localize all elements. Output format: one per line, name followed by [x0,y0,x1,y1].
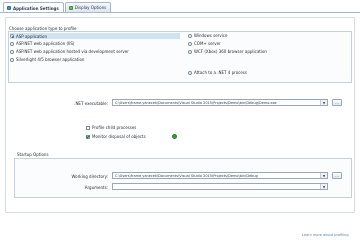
profile-child-processes-checkbox[interactable]: Profile child processes [86,125,136,130]
radio-button-icon [10,34,14,38]
radio-button-icon [10,57,14,62]
checkbox-icon [86,125,90,130]
chevron-down-icon[interactable]: ▼ [320,184,327,189]
monitor-disposal-checkbox[interactable]: Monitor disposal of objects [86,134,146,139]
working-dir-value: C:\Users\frame.yanecek\Documents\Visual … [115,173,258,178]
tab-label: Application Settings [13,5,59,11]
info-icon [172,134,177,139]
radio-label: Attach to a .NET 4 process [194,70,247,75]
radio-button-icon [188,41,192,46]
radio-label: COM+ server [194,41,221,46]
radio-button-icon [188,49,192,54]
radio-label: ASP.NET web application hosted via devel… [16,49,129,54]
radio-wcf-application[interactable]: WCF (Xbox) 360 browser application [188,49,267,54]
exe-path-value: C:\Users\frame.yanecek\Documents\Visual … [115,100,277,105]
chevron-down-icon[interactable]: ▼ [320,100,327,105]
radio-label: Windows service [194,33,228,38]
radio-button-icon [188,33,192,38]
radio-button-icon [188,70,192,75]
radio-asp-application[interactable]: ASP application [10,33,180,39]
display-icon [68,5,73,10]
working-dir-combo[interactable]: C:\Users\frame.yanecek\Documents\Visual … [112,172,328,179]
exe-path-combo[interactable]: C:\Users\frame.yanecek\Documents\Visual … [112,99,328,106]
learn-more-link[interactable]: Learn more about profiling [302,233,349,237]
chevron-down-icon[interactable]: ▼ [320,173,327,178]
working-dir-label: Working directory: [71,174,108,179]
radio-aspnet-iis[interactable]: ASP.NET web application (IIS) [10,41,74,46]
tab-divider [0,12,360,13]
arguments-combo[interactable]: ▼ [112,183,328,190]
tab-strip: Application Settings Display Options [3,2,112,13]
radio-label: ASP.NET web application (IIS) [16,41,75,46]
startup-title: Startup Options [17,152,49,157]
radio-label: WCF (Xbox) 360 browser application [194,49,267,54]
exe-browse-button[interactable]: ... [332,99,342,106]
checkbox-icon [86,134,90,139]
checkbox-label: Profile child processes [92,125,137,130]
checkbox-label: Monitor disposal of objects [92,134,146,139]
radio-label: Silverlight 4/5 browser application [16,57,85,62]
settings-icon [7,6,11,10]
radio-silverlight[interactable]: Silverlight 4/5 browser application [10,57,84,62]
working-dir-browse-button[interactable]: ... [332,172,342,179]
radio-label: ASP application [16,33,48,39]
tab-display-options[interactable]: Display Options [64,2,112,12]
arguments-label: Arguments: [84,185,108,190]
radio-button-icon [10,41,14,46]
radio-windows-service[interactable]: Windows service [188,33,227,38]
radio-aspnet-dev-server[interactable]: ASP.NET web application hosted via devel… [10,49,129,54]
radio-button-icon [10,49,14,54]
exe-label: .NET executable: [74,101,108,106]
radio-attach-process[interactable]: Attach to a .NET 4 process [188,70,247,75]
radio-com-server[interactable]: COM+ server [188,41,221,46]
tab-label: Display Options [74,5,107,10]
